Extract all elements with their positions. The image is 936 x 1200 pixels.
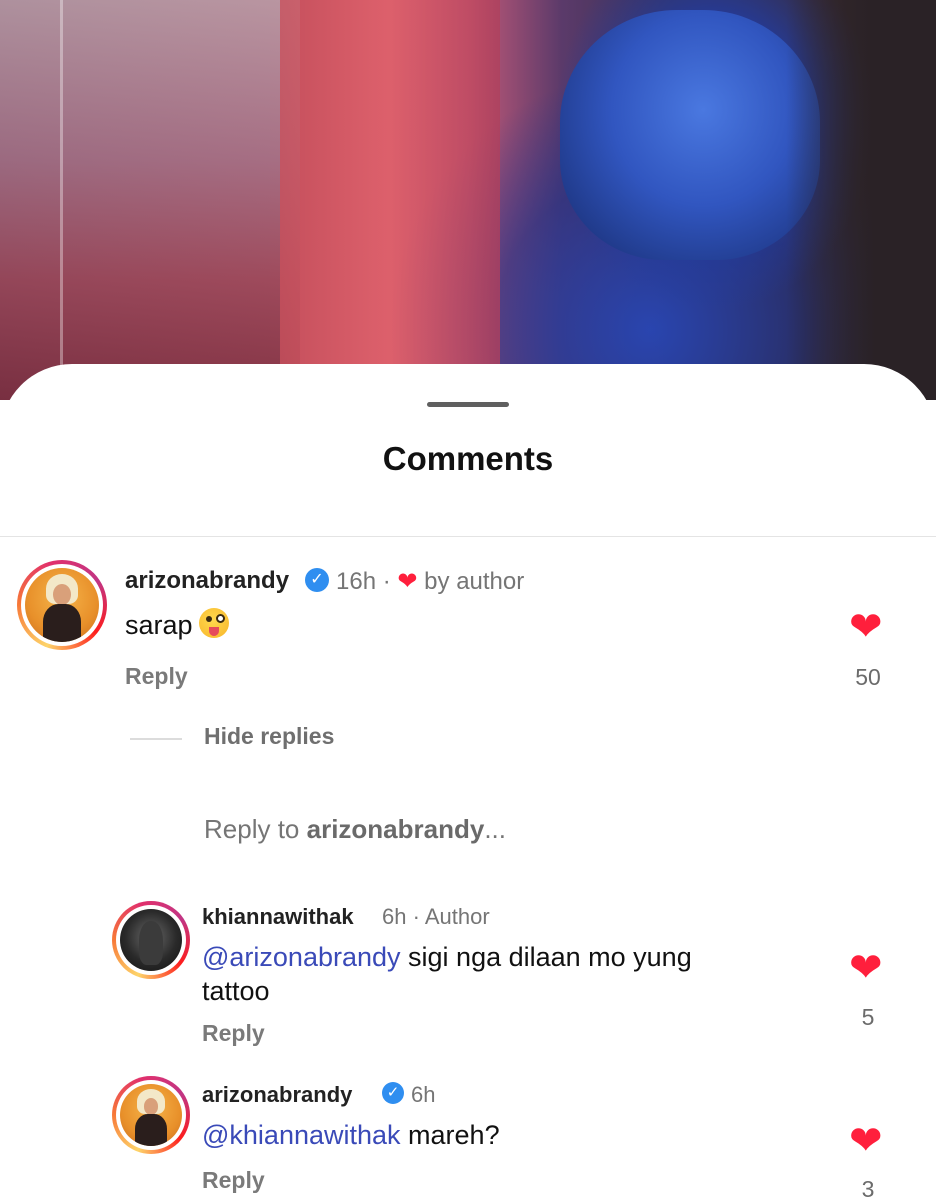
zany-face-emoji-icon <box>198 608 229 638</box>
reply-text-content: mareh? <box>400 1120 500 1150</box>
reply-text: @arizonabrandy sigi nga dilaan mo yung t… <box>202 940 692 1008</box>
mention-link[interactable]: @arizonabrandy <box>202 942 401 972</box>
reply-to-ellipsis: ... <box>484 814 506 844</box>
reply-text-line2: tattoo <box>202 976 270 1006</box>
reply-username[interactable]: arizonabrandy <box>202 1082 352 1108</box>
comment-meta: 16h · ❤ by author <box>336 567 524 596</box>
comment-username[interactable]: arizonabrandy <box>125 567 289 595</box>
video-edge <box>60 0 63 400</box>
reply-text: @khiannawithak mareh? <box>202 1120 500 1151</box>
reply-button[interactable]: Reply <box>125 663 188 690</box>
sheet-title: Comments <box>382 440 554 477</box>
reply-time: 6h <box>382 904 407 929</box>
reply-meta: 6h · Author <box>382 904 490 930</box>
reply-button[interactable]: Reply <box>202 1020 265 1047</box>
reply-button[interactable]: Reply <box>202 1167 265 1194</box>
video-background <box>0 0 936 400</box>
reply-time: 6h <box>411 1082 436 1107</box>
mention-link[interactable]: @khiannawithak <box>202 1120 401 1150</box>
verified-badge-icon: ✓ <box>305 568 329 592</box>
heart-icon: ❤ <box>397 568 418 595</box>
video-wall <box>0 0 300 400</box>
meta-separator: · <box>382 568 391 595</box>
comments-sheet: Comments arizonabrandy ✓ 16h · ❤ by auth… <box>0 364 936 1200</box>
comment-text-content: sarap <box>125 610 193 640</box>
meta-separator: · <box>412 904 420 929</box>
author-badge: Author <box>424 904 490 929</box>
avatar[interactable] <box>17 560 107 650</box>
like-heart-icon[interactable]: ❤ <box>849 945 883 991</box>
reply-to-username: arizonabrandy <box>306 814 485 844</box>
like-count: 3 <box>861 1176 875 1200</box>
reply-to-prefix: Reply to <box>204 814 307 844</box>
avatar[interactable] <box>112 1076 190 1154</box>
sheet-drag-handle[interactable] <box>427 402 509 407</box>
hide-replies-line <box>130 738 182 740</box>
reply-username[interactable]: khiannawithak <box>202 904 354 930</box>
reply-text-line1: sigi nga dilaan mo yung <box>400 942 692 972</box>
reply-to-input[interactable]: Reply to arizonabrandy... <box>204 814 506 845</box>
comment-time: 16h <box>336 568 377 595</box>
video-wall-pink <box>280 0 500 400</box>
video-face <box>560 10 820 260</box>
comment-text: sarap <box>125 608 229 641</box>
like-heart-icon[interactable]: ❤ <box>849 1118 883 1164</box>
like-count: 5 <box>861 1004 875 1030</box>
header-divider <box>0 536 936 537</box>
verified-badge-icon: ✓ <box>382 1082 404 1104</box>
like-count: 50 <box>855 664 881 690</box>
video-dark <box>786 0 936 400</box>
reply-meta: 6h <box>411 1082 435 1108</box>
avatar[interactable] <box>112 901 190 979</box>
hide-replies-button[interactable]: Hide replies <box>204 723 334 750</box>
like-heart-icon[interactable]: ❤ <box>849 604 883 650</box>
author-liked-badge: by author <box>424 568 525 595</box>
